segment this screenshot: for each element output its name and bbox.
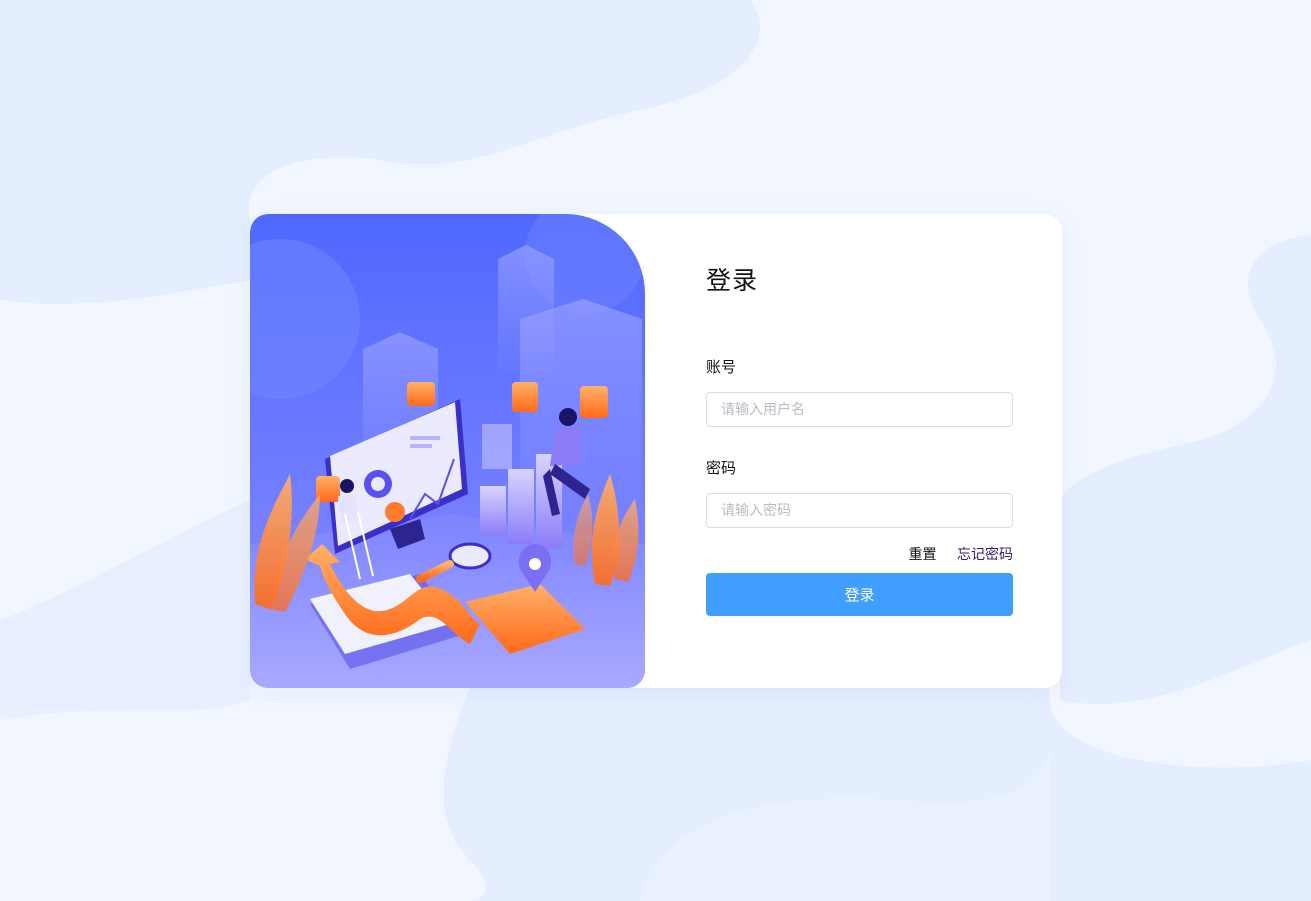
reset-link[interactable]: 重置 [909,547,937,563]
login-form: 登录 账号 密码 重置 忘记密码 登录 [706,214,1013,688]
password-label: 密码 [706,459,737,477]
password-input[interactable] [707,494,1012,527]
password-field [706,493,1013,528]
account-field [706,392,1013,427]
bg-circle-left [250,239,360,399]
data-analytics-illustration [250,214,645,688]
illustration-graphic [250,214,645,688]
login-card: 登录 账号 密码 重置 忘记密码 登录 [250,214,1062,688]
login-button[interactable]: 登录 [706,573,1013,616]
username-input[interactable] [707,393,1012,426]
account-label: 账号 [706,358,737,376]
page-title: 登录 [706,266,759,295]
forgot-password-link[interactable]: 忘记密码 [957,547,1013,563]
form-links: 重置 忘记密码 [909,544,1013,564]
